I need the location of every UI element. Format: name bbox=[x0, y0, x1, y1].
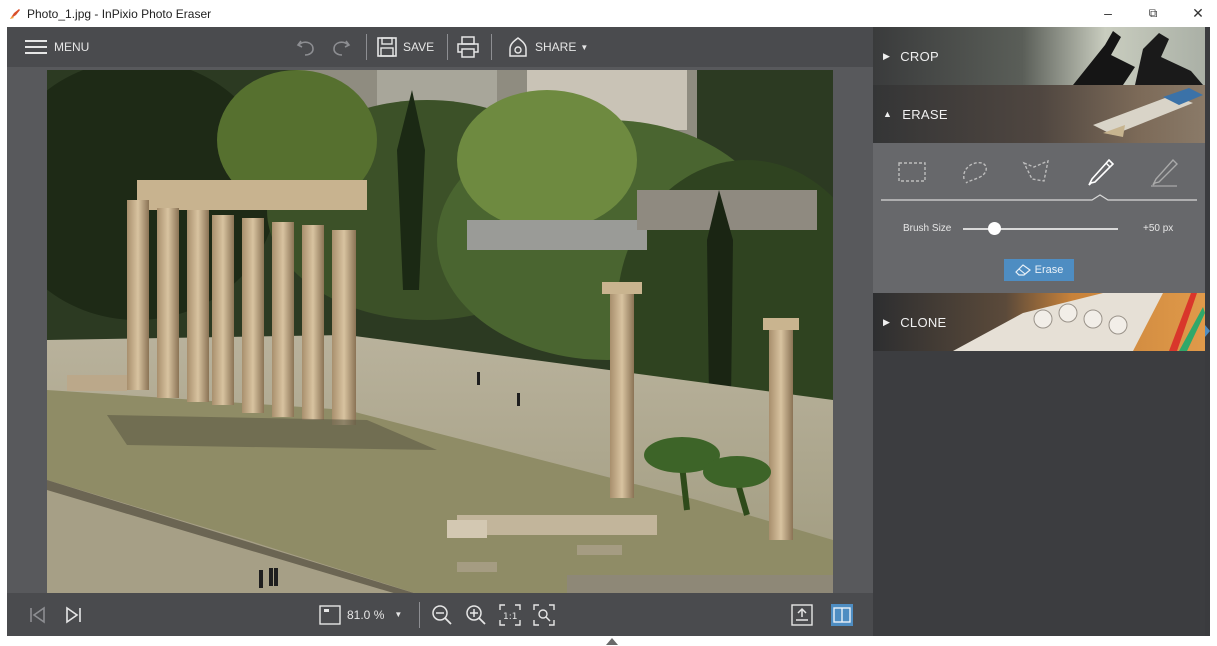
tool-indicator-line bbox=[881, 194, 1197, 201]
crop-label: ▶ CROP bbox=[883, 27, 939, 85]
previous-icon bbox=[30, 605, 45, 624]
export-icon bbox=[791, 603, 813, 626]
zoom-out-button[interactable] bbox=[431, 593, 453, 636]
maximize-button[interactable]: ⧉ bbox=[1138, 3, 1168, 23]
panel-collapse-arrow-icon[interactable] bbox=[1205, 325, 1210, 337]
main-toolbar: MENU SAVE SHARE ▼ bbox=[7, 27, 873, 67]
eraser-brush-icon[interactable] bbox=[1147, 155, 1181, 189]
caret-down-icon: ▲ bbox=[883, 109, 893, 119]
brush-icon[interactable] bbox=[1083, 155, 1117, 189]
actual-size-icon: 1:1 bbox=[499, 603, 521, 626]
zoom-out-icon bbox=[432, 604, 452, 625]
redo-icon bbox=[333, 40, 351, 56]
save-button[interactable]: SAVE bbox=[377, 27, 434, 67]
actual-size-button[interactable]: 1:1 bbox=[499, 593, 521, 636]
brush-size-slider-handle[interactable] bbox=[987, 222, 1001, 235]
zoom-value: 81.0 % bbox=[347, 607, 385, 622]
print-button[interactable] bbox=[457, 27, 479, 67]
app-window: MENU SAVE SHARE ▼ 81.0 % ▼ 1:1 ▶ CROP ▲ … bbox=[7, 27, 1210, 636]
tools-panel: ▶ CROP ▲ ERASE Brush Size +50 px Erase ▶… bbox=[873, 27, 1210, 636]
caret-up-icon[interactable] bbox=[606, 638, 618, 645]
share-icon bbox=[509, 37, 527, 57]
share-label: SHARE bbox=[535, 40, 577, 54]
eraser-icon bbox=[1014, 264, 1031, 276]
compare-view-button[interactable] bbox=[831, 593, 853, 636]
erase-section-header[interactable]: ▲ ERASE bbox=[873, 85, 1205, 143]
erase-label-text: ERASE bbox=[902, 106, 948, 122]
erase-label: ▲ ERASE bbox=[883, 85, 948, 143]
zoom-fit-button[interactable] bbox=[533, 593, 555, 636]
polygon-lasso-icon[interactable] bbox=[1020, 155, 1054, 189]
app-icon bbox=[10, 8, 20, 19]
toolbar-divider bbox=[491, 34, 492, 60]
toolbar-divider bbox=[447, 34, 448, 60]
zoom-fit-icon bbox=[533, 603, 555, 626]
toolbar-divider bbox=[366, 34, 367, 60]
caret-right-icon: ▶ bbox=[883, 316, 891, 327]
next-icon bbox=[66, 605, 81, 624]
previous-button[interactable] bbox=[29, 593, 47, 636]
undo-icon bbox=[296, 40, 314, 56]
share-button[interactable]: SHARE ▼ bbox=[507, 27, 588, 67]
bottombar-divider bbox=[419, 602, 420, 628]
undo-button[interactable] bbox=[295, 27, 317, 67]
erase-button[interactable]: Erase bbox=[1004, 259, 1074, 281]
save-label: SAVE bbox=[403, 40, 435, 54]
crop-section-header[interactable]: ▶ CROP bbox=[873, 27, 1205, 85]
brush-size-label: Brush Size bbox=[903, 223, 952, 234]
rectangle-select-icon[interactable] bbox=[895, 155, 929, 189]
canvas-area bbox=[7, 67, 873, 597]
crop-label-text: CROP bbox=[900, 48, 939, 64]
svg-text:1:1: 1:1 bbox=[503, 612, 517, 622]
photo-canvas[interactable] bbox=[47, 70, 833, 597]
clone-section-header[interactable]: ▶ CLONE bbox=[873, 293, 1205, 351]
brush-size-value: +50 px bbox=[1143, 223, 1174, 234]
fit-icon bbox=[319, 604, 341, 625]
zoom-in-button[interactable] bbox=[465, 593, 487, 636]
chevron-down-icon: ▼ bbox=[580, 42, 589, 52]
close-button[interactable]: ✕ bbox=[1183, 3, 1213, 23]
print-icon bbox=[457, 36, 479, 58]
bottom-toolbar: 81.0 % ▼ 1:1 bbox=[7, 593, 873, 636]
menu-button[interactable]: MENU bbox=[25, 27, 89, 67]
window-title: Photo_1.jpg - InPixio Photo Eraser bbox=[27, 6, 212, 21]
zoom-select[interactable]: 81.0 % ▼ bbox=[319, 593, 402, 636]
menu-icon bbox=[25, 40, 47, 54]
window-titlebar: Photo_1.jpg - InPixio Photo Eraser – ⧉ ✕ bbox=[0, 0, 1217, 27]
export-button[interactable] bbox=[791, 593, 813, 636]
clone-label-text: CLONE bbox=[900, 314, 947, 330]
caret-right-icon: ▶ bbox=[883, 50, 891, 61]
chevron-down-icon: ▼ bbox=[394, 610, 403, 619]
compare-icon bbox=[831, 603, 853, 626]
minimize-button[interactable]: – bbox=[1093, 3, 1123, 23]
menu-label: MENU bbox=[54, 40, 90, 54]
redo-button[interactable] bbox=[330, 27, 352, 67]
photo-image bbox=[47, 70, 833, 597]
save-icon bbox=[377, 37, 397, 57]
next-button[interactable] bbox=[64, 593, 82, 636]
zoom-in-icon bbox=[466, 604, 486, 625]
erase-button-label: Erase bbox=[1034, 264, 1064, 276]
brush-size-slider[interactable] bbox=[963, 228, 1118, 230]
lasso-icon[interactable] bbox=[958, 155, 992, 189]
clone-label: ▶ CLONE bbox=[883, 293, 947, 351]
